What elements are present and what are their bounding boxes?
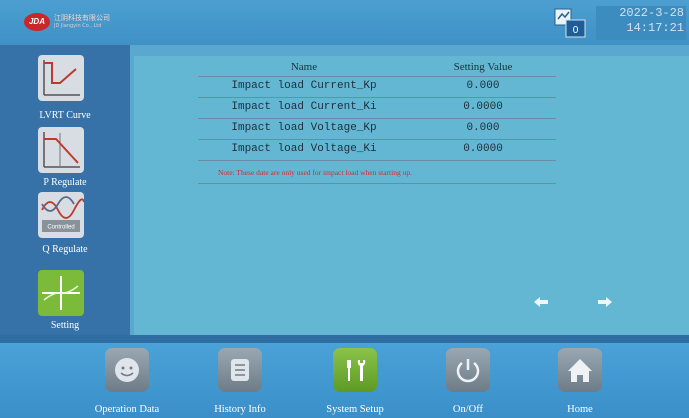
p-regulate-icon (43, 132, 80, 168)
main-panel: Name Setting Value Impact load Current_K… (134, 56, 689, 335)
param-name: Impact load Current_Kp (231, 80, 377, 92)
history-info-icon (231, 359, 249, 381)
table-row: Impact load Current_Ki 0.0000 (198, 98, 556, 119)
table-header: Name Setting Value (198, 61, 556, 77)
param-name: Impact load Current_Ki (231, 101, 377, 113)
bottom-nav: Operation Data History Info System Setup… (0, 343, 689, 418)
company-name: 江阴科技有限公司 JD Jiangyin Co., Ltd (54, 14, 110, 30)
prev-page-arrow-icon[interactable] (533, 295, 549, 307)
table-row: Impact load Voltage_Kp 0.000 (198, 119, 556, 140)
connection-status-icon[interactable]: 0 (554, 8, 586, 38)
setting-icon (42, 276, 80, 310)
q-regulate-icon: Controlled (41, 196, 84, 232)
nav-on-off-label: On/Off (452, 404, 484, 415)
sidebar-item-setting-label: Setting (50, 320, 80, 331)
date-text: 2022-3-28 (619, 6, 684, 20)
nav-home-label: Home (567, 404, 593, 415)
time-text: 14:17:21 (626, 21, 684, 35)
param-name: Impact load Voltage_Kp (231, 122, 377, 134)
next-page-arrow-icon[interactable] (597, 295, 613, 307)
table-row: Impact load Current_Kp 0.000 (198, 77, 556, 98)
nav-system-setup[interactable] (333, 348, 377, 392)
datetime-display: 2022-3-28 14:17:21 (596, 6, 686, 40)
nav-on-off[interactable] (446, 348, 490, 392)
q-regulate-icon-caption: Controlled (47, 225, 74, 231)
sidebar-item-p-regulate[interactable] (38, 127, 84, 173)
param-name: Impact load Voltage_Ki (231, 143, 377, 155)
nav-home[interactable] (558, 348, 602, 392)
nav-history-info[interactable] (218, 348, 262, 392)
operation-data-icon (115, 358, 139, 382)
settings-table: Name Setting Value Impact load Current_K… (198, 61, 556, 184)
sidebar-item-q-regulate[interactable]: Controlled (38, 192, 84, 238)
param-value-input[interactable]: 0.000 (410, 122, 556, 134)
company-name-en: JD Jiangyin Co., Ltd (54, 23, 102, 29)
nav-operation-data[interactable] (105, 348, 149, 392)
power-icon (456, 359, 480, 383)
bottom-separator (0, 335, 689, 343)
sidebar: LVRT Curve P Regulate Controlled Q Regul… (0, 45, 130, 335)
company-name-cn: 江阴科技有限公司 (54, 14, 110, 22)
lvrt-curve-icon (43, 60, 80, 96)
column-header-name: Name (290, 61, 318, 73)
param-value-input[interactable]: 0.0000 (410, 143, 556, 155)
home-icon (568, 359, 592, 382)
sidebar-item-lvrt-curve-label: LVRT Curve (39, 110, 91, 121)
connection-badge-count: 0 (573, 25, 579, 36)
note-text: Note: These date are only used for impac… (218, 168, 412, 177)
nav-history-info-label: History Info (214, 404, 266, 415)
company-logo: JDA (24, 13, 50, 31)
nav-system-setup-label: System Setup (326, 404, 384, 415)
sidebar-item-lvrt-curve[interactable] (38, 55, 84, 101)
sidebar-item-p-regulate-label: P Regulate (43, 177, 87, 188)
column-header-value: Setting Value (453, 61, 513, 73)
table-row: Impact load Voltage_Ki 0.0000 (198, 140, 556, 161)
param-value-input[interactable]: 0.0000 (410, 101, 556, 113)
sidebar-item-setting[interactable] (38, 270, 84, 316)
header-bar: JDA 江阴科技有限公司 JD Jiangyin Co., Ltd 0 2022… (0, 0, 689, 45)
sidebar-item-q-regulate-label: Q Regulate (42, 244, 88, 255)
nav-operation-data-label: Operation Data (94, 404, 160, 415)
system-setup-icon (347, 360, 366, 381)
param-value-input[interactable]: 0.000 (410, 80, 556, 92)
